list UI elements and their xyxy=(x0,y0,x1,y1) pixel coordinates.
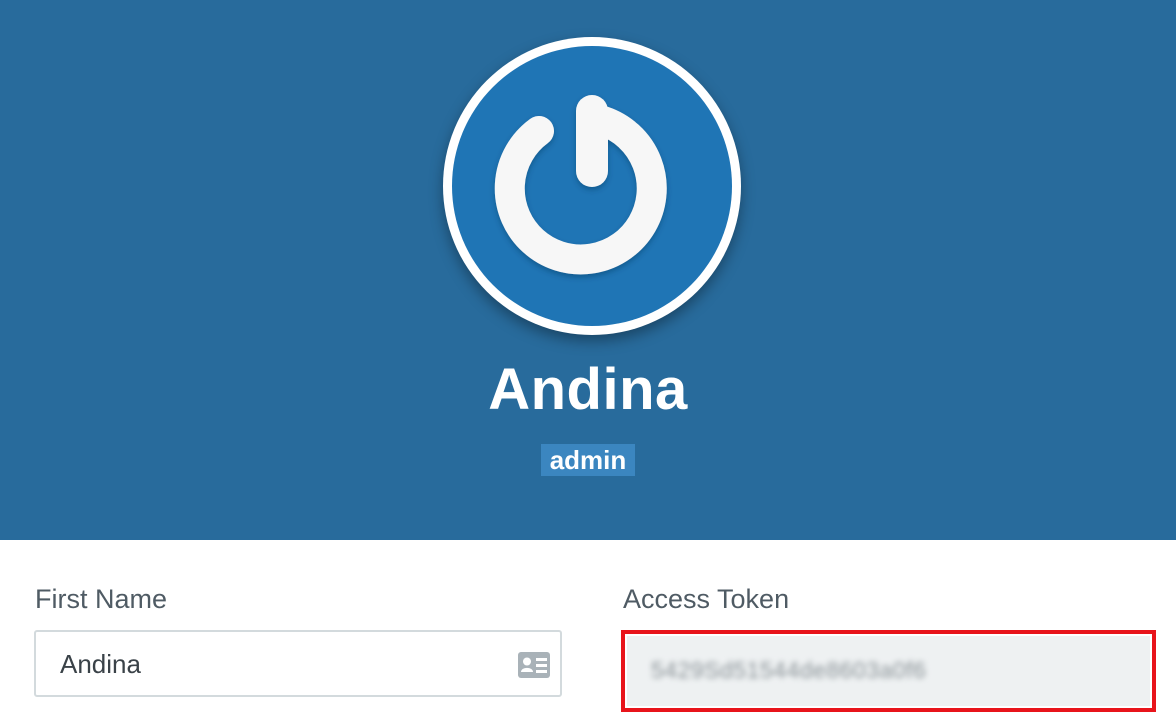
access-token-value[interactable]: 5429Sd51544de8603a0f6 xyxy=(651,657,926,684)
access-token-field[interactable]: 5429Sd51544de8603a0f6 xyxy=(627,636,1150,706)
access-token-label: Access Token xyxy=(623,584,790,614)
first-name-field[interactable]: Andina xyxy=(34,630,562,697)
profile-header: Andina admin xyxy=(0,0,1176,540)
role-container: admin xyxy=(0,444,1176,476)
profile-display-name: Andina xyxy=(488,357,688,422)
role-badge: admin xyxy=(540,444,636,476)
access-token-highlight: 5429Sd51544de8603a0f6 xyxy=(621,630,1156,712)
first-name-label: First Name xyxy=(35,584,168,614)
power-icon xyxy=(494,95,667,275)
first-name-value[interactable]: Andina xyxy=(60,649,141,680)
avatar xyxy=(443,37,741,335)
avatar-circle xyxy=(452,46,732,326)
contact-card-icon xyxy=(518,652,550,678)
